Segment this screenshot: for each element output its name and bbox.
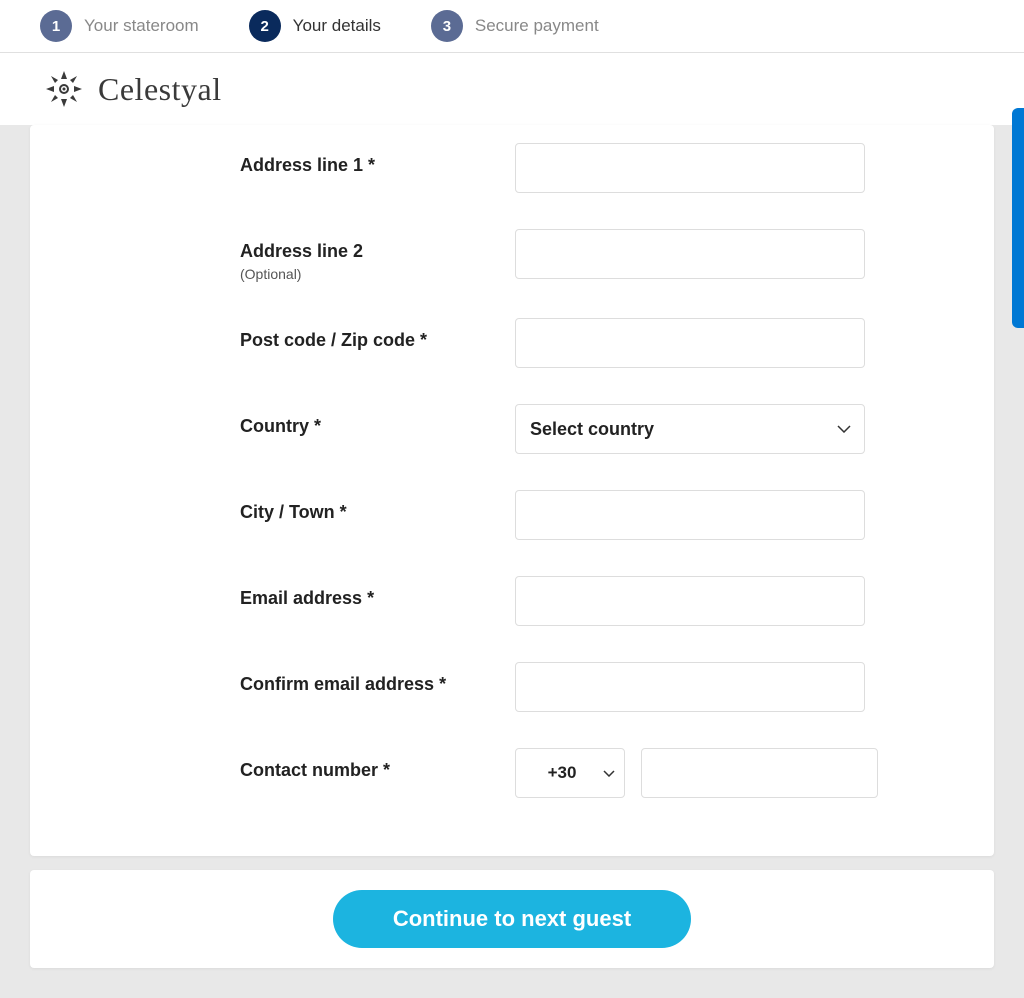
row-city: City / Town * — [60, 472, 964, 558]
row-email: Email address * — [60, 558, 964, 644]
row-country: Country * Select country — [60, 386, 964, 472]
step-label-1: Your stateroom — [84, 16, 199, 36]
row-postcode: Post code / Zip code * — [60, 300, 964, 386]
guest-form: Address line 1 * Address line 2 (Optiona… — [30, 125, 994, 856]
continue-section: Continue to next guest — [30, 870, 994, 968]
phone-number-input[interactable] — [641, 748, 878, 798]
page-body: Address line 1 * Address line 2 (Optiona… — [0, 125, 1024, 998]
row-address2: Address line 2 (Optional) — [60, 211, 964, 300]
email-input[interactable] — [515, 576, 865, 626]
row-contact: Contact number * +30 — [60, 730, 964, 816]
sublabel-address2: (Optional) — [240, 266, 455, 282]
progress-bar: 1 Your stateroom 2 Your details 3 Secure… — [0, 0, 1024, 53]
step-circle-3: 3 — [431, 10, 463, 42]
address1-input[interactable] — [515, 143, 865, 193]
step-label-3: Secure payment — [475, 16, 599, 36]
phone-prefix-select[interactable]: +30 — [515, 748, 625, 798]
row-confirm-email: Confirm email address * — [60, 644, 964, 730]
logo-text: Celestyal — [98, 71, 222, 108]
step-circle-1: 1 — [40, 10, 72, 42]
progress-step-payment[interactable]: 3 Secure payment — [431, 10, 599, 42]
step-circle-2: 2 — [249, 10, 281, 42]
label-postcode: Post code / Zip code * — [240, 330, 455, 351]
city-input[interactable] — [515, 490, 865, 540]
progress-step-details[interactable]: 2 Your details — [249, 10, 381, 42]
continue-button[interactable]: Continue to next guest — [333, 890, 691, 948]
label-city: City / Town * — [240, 502, 455, 523]
step-label-2: Your details — [293, 16, 381, 36]
confirm-email-input[interactable] — [515, 662, 865, 712]
label-address2: Address line 2 — [240, 241, 455, 262]
site-header: Celestyal — [0, 53, 1024, 125]
label-confirm-email: Confirm email address * — [240, 674, 455, 695]
row-address1: Address line 1 * — [60, 125, 964, 211]
address2-input[interactable] — [515, 229, 865, 279]
logo-icon — [40, 65, 88, 113]
label-email: Email address * — [240, 588, 455, 609]
label-contact: Contact number * — [240, 760, 455, 781]
feedback-tab[interactable] — [1012, 108, 1024, 328]
progress-step-stateroom[interactable]: 1 Your stateroom — [40, 10, 199, 42]
postcode-input[interactable] — [515, 318, 865, 368]
label-address1: Address line 1 * — [240, 155, 455, 176]
country-select[interactable]: Select country — [515, 404, 865, 454]
label-country: Country * — [240, 416, 455, 437]
